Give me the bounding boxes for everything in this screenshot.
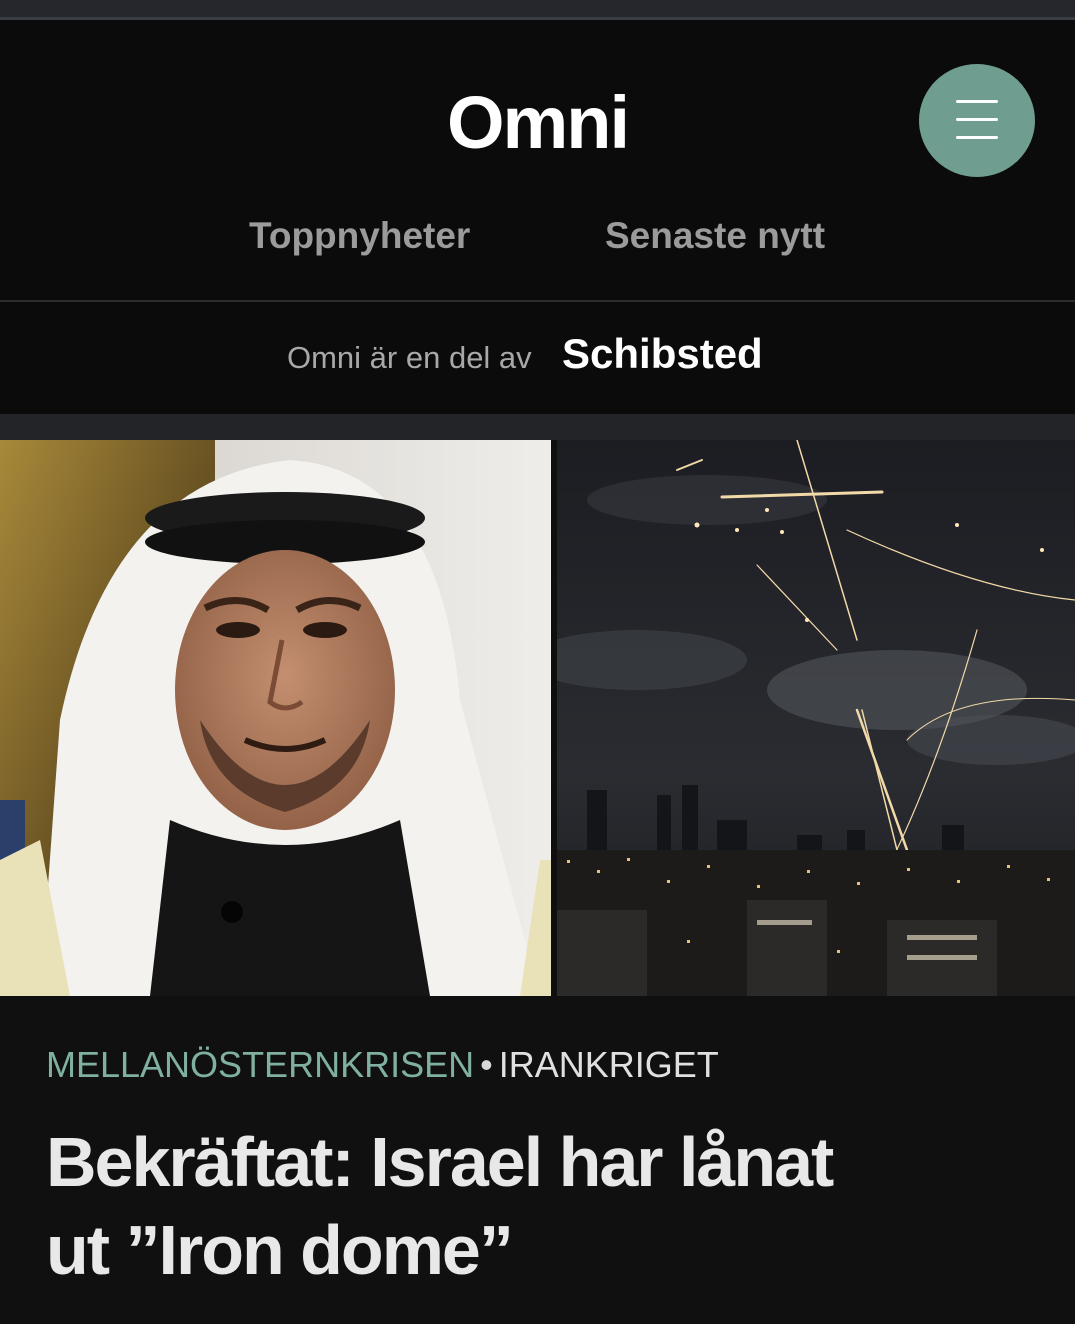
tag-irankriget[interactable]: IRANKRIGET (499, 1044, 719, 1085)
status-bar (0, 0, 1075, 18)
schibsted-logo[interactable]: Schibsted (562, 330, 763, 378)
menu-button[interactable] (919, 64, 1035, 177)
nav-toppnyheter[interactable]: Toppnyheter (249, 215, 470, 257)
omni-logo[interactable]: Omni (0, 80, 1075, 165)
section-gap (0, 414, 1075, 440)
night-sky-illustration (557, 440, 1075, 996)
tag-mellanosternkrisen[interactable]: MELLANÖSTERNKRISEN (46, 1044, 474, 1085)
article-image-night-sky[interactable] (557, 440, 1075, 996)
nav-senaste-nytt[interactable]: Senaste nytt (605, 215, 825, 257)
portrait-illustration (0, 440, 551, 996)
tag-separator: • (480, 1044, 493, 1085)
article-headline[interactable]: Bekräftat: Israel har lånat ut ”Iron dom… (46, 1118, 866, 1294)
partner-banner: Omni är en del av Schibsted (0, 302, 1075, 414)
article-card: MELLANÖSTERNKRISEN • IRANKRIGET Bekräftat:… (0, 996, 1075, 1324)
article-tags: MELLANÖSTERNKRISEN • IRANKRIGET (46, 1044, 719, 1086)
partner-text: Omni är en del av (287, 340, 532, 375)
site-header: Omni Toppnyheter Senaste nytt (0, 20, 1075, 300)
article-image-portrait[interactable] (0, 440, 551, 996)
